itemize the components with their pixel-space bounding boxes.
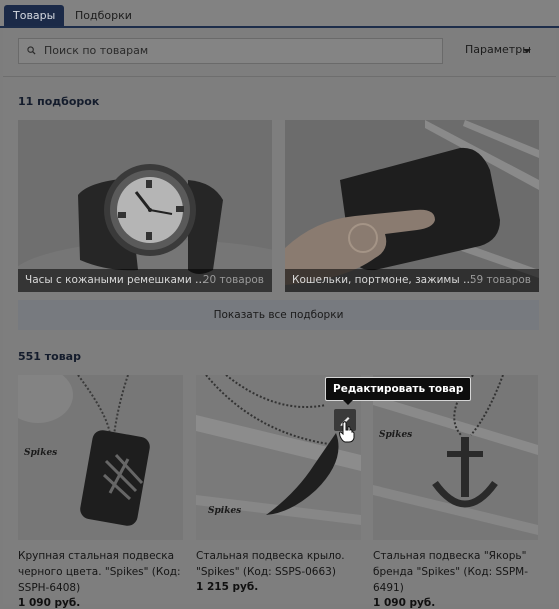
product-title[interactable]: Крупная стальная подвеска черного цвета.… <box>18 548 193 596</box>
search-placeholder: Поиск по товарам <box>44 44 149 57</box>
show-all-albums-button[interactable]: Показать все подборки <box>18 300 539 330</box>
search-bar: Поиск по товарам Параметры <box>3 28 556 77</box>
product-price: 1 215 руб. <box>196 581 259 593</box>
album-photo-wallet <box>285 120 539 292</box>
tab-albums[interactable]: Подборки <box>66 5 141 26</box>
product-price: 1 090 руб. <box>18 597 81 609</box>
product-title[interactable]: Стальная подвеска крыло. "Spikes" (Код: … <box>196 548 371 580</box>
tab-bar: Товары Подборки <box>0 0 559 28</box>
album-count: 59 товаров <box>469 274 531 286</box>
album-card[interactable]: Кошельки, портмоне, зажимы дл... 59 това… <box>285 120 539 292</box>
product-card[interactable]: Spikes Стальная подвеска крыло. "Spikes"… <box>196 375 361 593</box>
album-title: Кошельки, портмоне, зажимы дл... <box>292 274 478 286</box>
album-title: Часы с кожаными ремешками ру... <box>25 274 211 286</box>
search-icon <box>27 46 36 55</box>
search-input[interactable]: Поиск по товарам <box>18 38 443 64</box>
products-section-title: 551 товар <box>18 350 81 363</box>
album-photo-watch <box>18 120 272 292</box>
svg-text:Spikes: Spikes <box>379 430 412 440</box>
tab-products[interactable]: Товары <box>4 5 65 26</box>
albums-section-title: 11 подборок <box>18 95 100 108</box>
product-title[interactable]: Стальная подвеска "Якорь" бренда "Spikes… <box>373 548 548 596</box>
svg-text:Spikes: Spikes <box>24 448 57 458</box>
album-count: 20 товаров <box>202 274 264 286</box>
album-caption: Кошельки, портмоне, зажимы дл... 59 това… <box>285 269 539 292</box>
album-card[interactable]: Часы с кожаными ремешками ру... 20 товар… <box>18 120 272 292</box>
album-caption: Часы с кожаными ремешками ру... 20 товар… <box>18 269 272 292</box>
chevron-down-icon[interactable] <box>523 49 531 53</box>
edit-tooltip: Редактировать товар <box>325 377 472 405</box>
product-price: 1 090 руб. <box>373 597 436 609</box>
market-panel: Поиск по товарам Параметры 11 подборок Ч… <box>3 28 556 609</box>
hand-cursor-icon <box>339 421 355 443</box>
product-card[interactable]: Spikes Стальная подвеска "Якорь" бренда … <box>373 375 538 609</box>
product-photo-dogtag: Spikes <box>18 375 183 540</box>
product-card[interactable]: Spikes Крупная стальная подвеска черного… <box>18 375 183 609</box>
parameters-dropdown[interactable]: Параметры <box>465 43 531 56</box>
svg-text:Spikes: Spikes <box>208 506 241 516</box>
